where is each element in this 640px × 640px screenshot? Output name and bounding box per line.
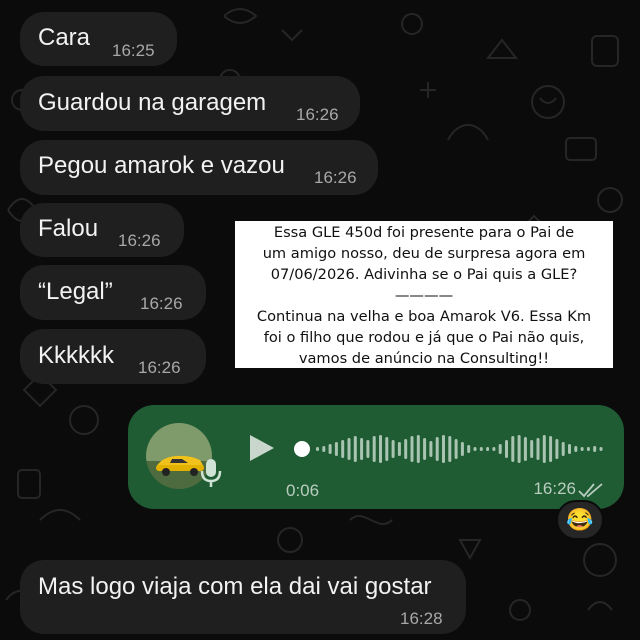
waveform-bar <box>467 445 471 453</box>
note-line: vamos de anúncio na Consulting!! <box>298 350 550 367</box>
waveform-bar <box>448 436 452 462</box>
waveform-bar <box>372 436 376 462</box>
waveform-scrubber[interactable] <box>294 441 310 457</box>
waveform-bar <box>347 438 351 460</box>
laughing-emoji-icon: 😂 <box>566 507 594 532</box>
chat-screen: Cara 16:25 Guardou na garagem 16:26 Pego… <box>0 0 640 640</box>
message-text: “Legal” <box>38 278 113 305</box>
waveform-bar <box>341 440 345 458</box>
waveform-bar <box>498 444 502 454</box>
incoming-message[interactable]: Pegou amarok e vazou 16:26 <box>20 140 378 195</box>
message-time: 16:26 <box>140 294 183 313</box>
waveform-bar <box>586 447 590 451</box>
play-icon[interactable] <box>246 433 276 463</box>
waveform-bar <box>397 442 401 456</box>
waveform-bar <box>322 446 326 452</box>
waveform-bar <box>511 436 515 462</box>
waveform-bar <box>416 435 420 463</box>
overlay-text-note: Essa GLE 450d foi presente para o Pai de… <box>235 221 613 368</box>
waveform-bar <box>328 444 332 454</box>
waveform-bar <box>555 439 559 459</box>
waveform-bar <box>492 447 496 451</box>
waveform-bar <box>360 438 364 460</box>
note-separator: ———— <box>394 287 454 304</box>
message-time: 16:26 <box>296 105 339 124</box>
note-line: um amigo nosso, deu de surpresa agora em <box>262 245 586 262</box>
message-text: Guardou na garagem <box>38 89 267 116</box>
waveform-bar <box>599 447 603 451</box>
waveform-bar <box>542 435 546 463</box>
incoming-message[interactable]: “Legal” 16:26 <box>20 265 206 320</box>
incoming-message[interactable]: Falou 16:26 <box>20 203 184 257</box>
note-line: 07/06/2026. Adivinha se o Pai quis a GLE… <box>270 266 578 283</box>
message-text: Mas logo viaja com ela dai vai gostar <box>38 573 432 600</box>
incoming-message[interactable]: Mas logo viaja com ela dai vai gostar 16… <box>20 560 466 634</box>
microphone-icon <box>200 459 222 487</box>
message-text: Pegou amarok e vazou <box>38 152 285 179</box>
message-text: Kkkkkk <box>38 342 115 369</box>
waveform-bar <box>574 446 578 452</box>
message-time: 16:26 <box>118 231 161 250</box>
message-time: 16:25 <box>112 41 155 60</box>
waveform-bar <box>549 436 553 462</box>
waveform-bar <box>316 447 319 451</box>
waveform-bar <box>391 440 395 458</box>
waveform-bar <box>536 438 540 460</box>
outgoing-voice-message[interactable]: 0:06 16:26 <box>128 405 624 509</box>
message-text: Falou <box>38 215 99 242</box>
waveform-bar <box>580 447 584 451</box>
waveform-bar <box>435 437 439 461</box>
message-time: 16:26 <box>533 479 576 498</box>
waveform-bar <box>517 435 521 463</box>
waveform-bar <box>561 442 565 456</box>
note-line: Essa GLE 450d foi presente para o Pai de <box>273 224 575 241</box>
reaction-badge[interactable]: 😂 <box>556 500 604 540</box>
incoming-message[interactable]: Kkkkkk 16:26 <box>20 329 206 384</box>
waveform-bar <box>523 437 527 461</box>
waveform-bar <box>454 439 458 459</box>
waveform-bar <box>486 447 490 451</box>
voice-duration: 0:06 <box>286 481 320 500</box>
waveform-bar <box>473 447 477 451</box>
waveform-bar <box>334 442 338 456</box>
waveform[interactable] <box>288 427 608 471</box>
waveform-bar <box>404 439 408 459</box>
waveform-bar <box>366 440 370 458</box>
waveform-bar <box>593 446 597 452</box>
waveform-bar <box>379 435 382 463</box>
message-time: 16:26 <box>314 168 357 187</box>
incoming-message[interactable]: Cara 16:25 <box>20 12 177 66</box>
waveform-bar <box>410 436 414 462</box>
waveform-bar <box>429 441 433 457</box>
waveform-bar <box>423 438 427 460</box>
waveform-bar <box>568 444 571 454</box>
waveform-bar <box>442 435 445 463</box>
waveform-bar <box>530 440 534 458</box>
message-text: Cara <box>38 24 91 51</box>
double-check-icon <box>578 483 603 498</box>
incoming-message[interactable]: Guardou na garagem 16:26 <box>20 76 360 131</box>
note-line: Continua na velha e boa Amarok V6. Essa … <box>256 308 592 325</box>
waveform-bar <box>385 437 389 461</box>
note-line: foi o filho que rodou e já que o Pai não… <box>263 329 585 346</box>
message-time: 16:28 <box>400 609 443 628</box>
waveform-bar <box>479 447 483 451</box>
waveform-bar <box>353 436 357 462</box>
waveform-bar <box>460 442 464 456</box>
waveform-bar <box>505 440 508 458</box>
message-time: 16:26 <box>138 358 181 377</box>
